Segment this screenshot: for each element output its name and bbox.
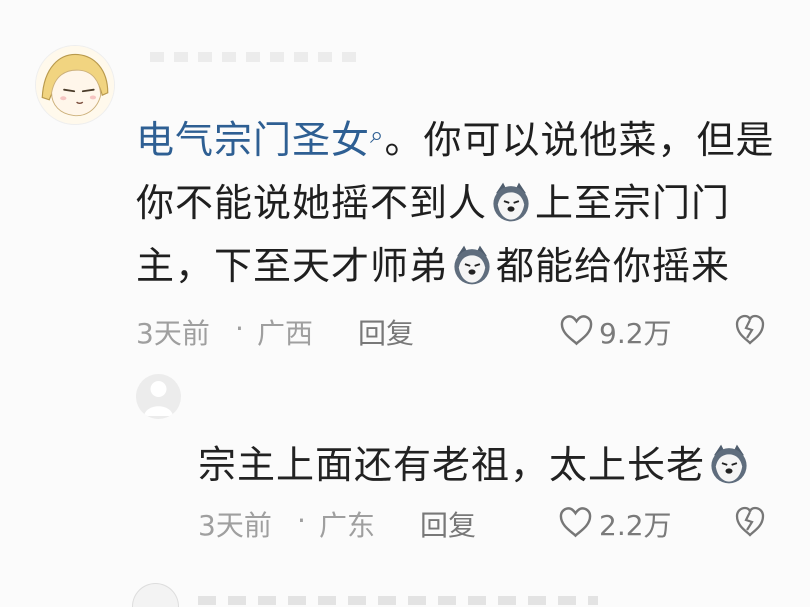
reply-time: 3天前 bbox=[198, 509, 272, 542]
reply-button[interactable]: 回复 bbox=[358, 312, 414, 352]
heart-outline-icon[interactable] bbox=[558, 506, 593, 538]
comment-line2-text-b: 上至宗门门 bbox=[535, 181, 731, 225]
comment-line1-text: 。你可以说他菜，但是 bbox=[384, 118, 775, 162]
husky-emoji-icon bbox=[450, 243, 494, 287]
comments-page: 电气宗门圣女⌕。你可以说他菜，但是 你不能说她摇不到人 上至宗门门 主，下至天才… bbox=[0, 0, 810, 607]
meta-separator-dot: · bbox=[297, 504, 306, 537]
commenter-avatar[interactable] bbox=[36, 46, 114, 124]
search-icon[interactable]: ⌕ bbox=[370, 121, 384, 149]
reply-button[interactable]: 回复 bbox=[420, 504, 476, 544]
comment-location: 广西 bbox=[257, 317, 314, 350]
husky-emoji-icon bbox=[707, 442, 751, 486]
broken-heart-icon[interactable] bbox=[734, 506, 766, 538]
husky-emoji-icon bbox=[489, 180, 533, 224]
blurred-next-comment-text bbox=[198, 596, 598, 605]
blurred-top-text bbox=[150, 52, 360, 62]
comment-body: 电气宗门圣女⌕。你可以说他菜，但是 你不能说她摇不到人 上至宗门门 主，下至天才… bbox=[136, 104, 786, 298]
comment-line3-text-b: 都能给你摇来 bbox=[496, 244, 731, 288]
comment-time: 3天前 bbox=[136, 317, 210, 350]
like-count: 9.2万 bbox=[599, 317, 672, 350]
comment-line3-text-a: 主，下至天才师弟 bbox=[136, 244, 449, 288]
heart-outline-icon[interactable] bbox=[559, 314, 594, 346]
username-link[interactable]: 电气宗门圣女 bbox=[136, 118, 370, 162]
comment-line2-text-a: 你不能说她摇不到人 bbox=[136, 181, 488, 225]
reply-location: 广东 bbox=[319, 509, 376, 542]
comment-meta-row: 3天前 · 广西 回复 9.2万 bbox=[136, 304, 776, 352]
reply-meta-row: 3天前 · 广东 回复 2.2万 bbox=[198, 496, 778, 544]
anime-girl-avatar-icon bbox=[36, 46, 114, 124]
meta-separator-dot: · bbox=[235, 312, 244, 345]
reply-body: 宗主上面还有老祖，太上长老 bbox=[198, 434, 753, 489]
broken-heart-icon[interactable] bbox=[734, 314, 766, 346]
next-comment-avatar[interactable] bbox=[133, 584, 178, 607]
reply-avatar[interactable] bbox=[136, 374, 181, 419]
reply-like-count: 2.2万 bbox=[599, 509, 672, 542]
reply-text: 宗主上面还有老祖，太上长老 bbox=[198, 443, 706, 487]
default-user-icon bbox=[144, 381, 173, 416]
